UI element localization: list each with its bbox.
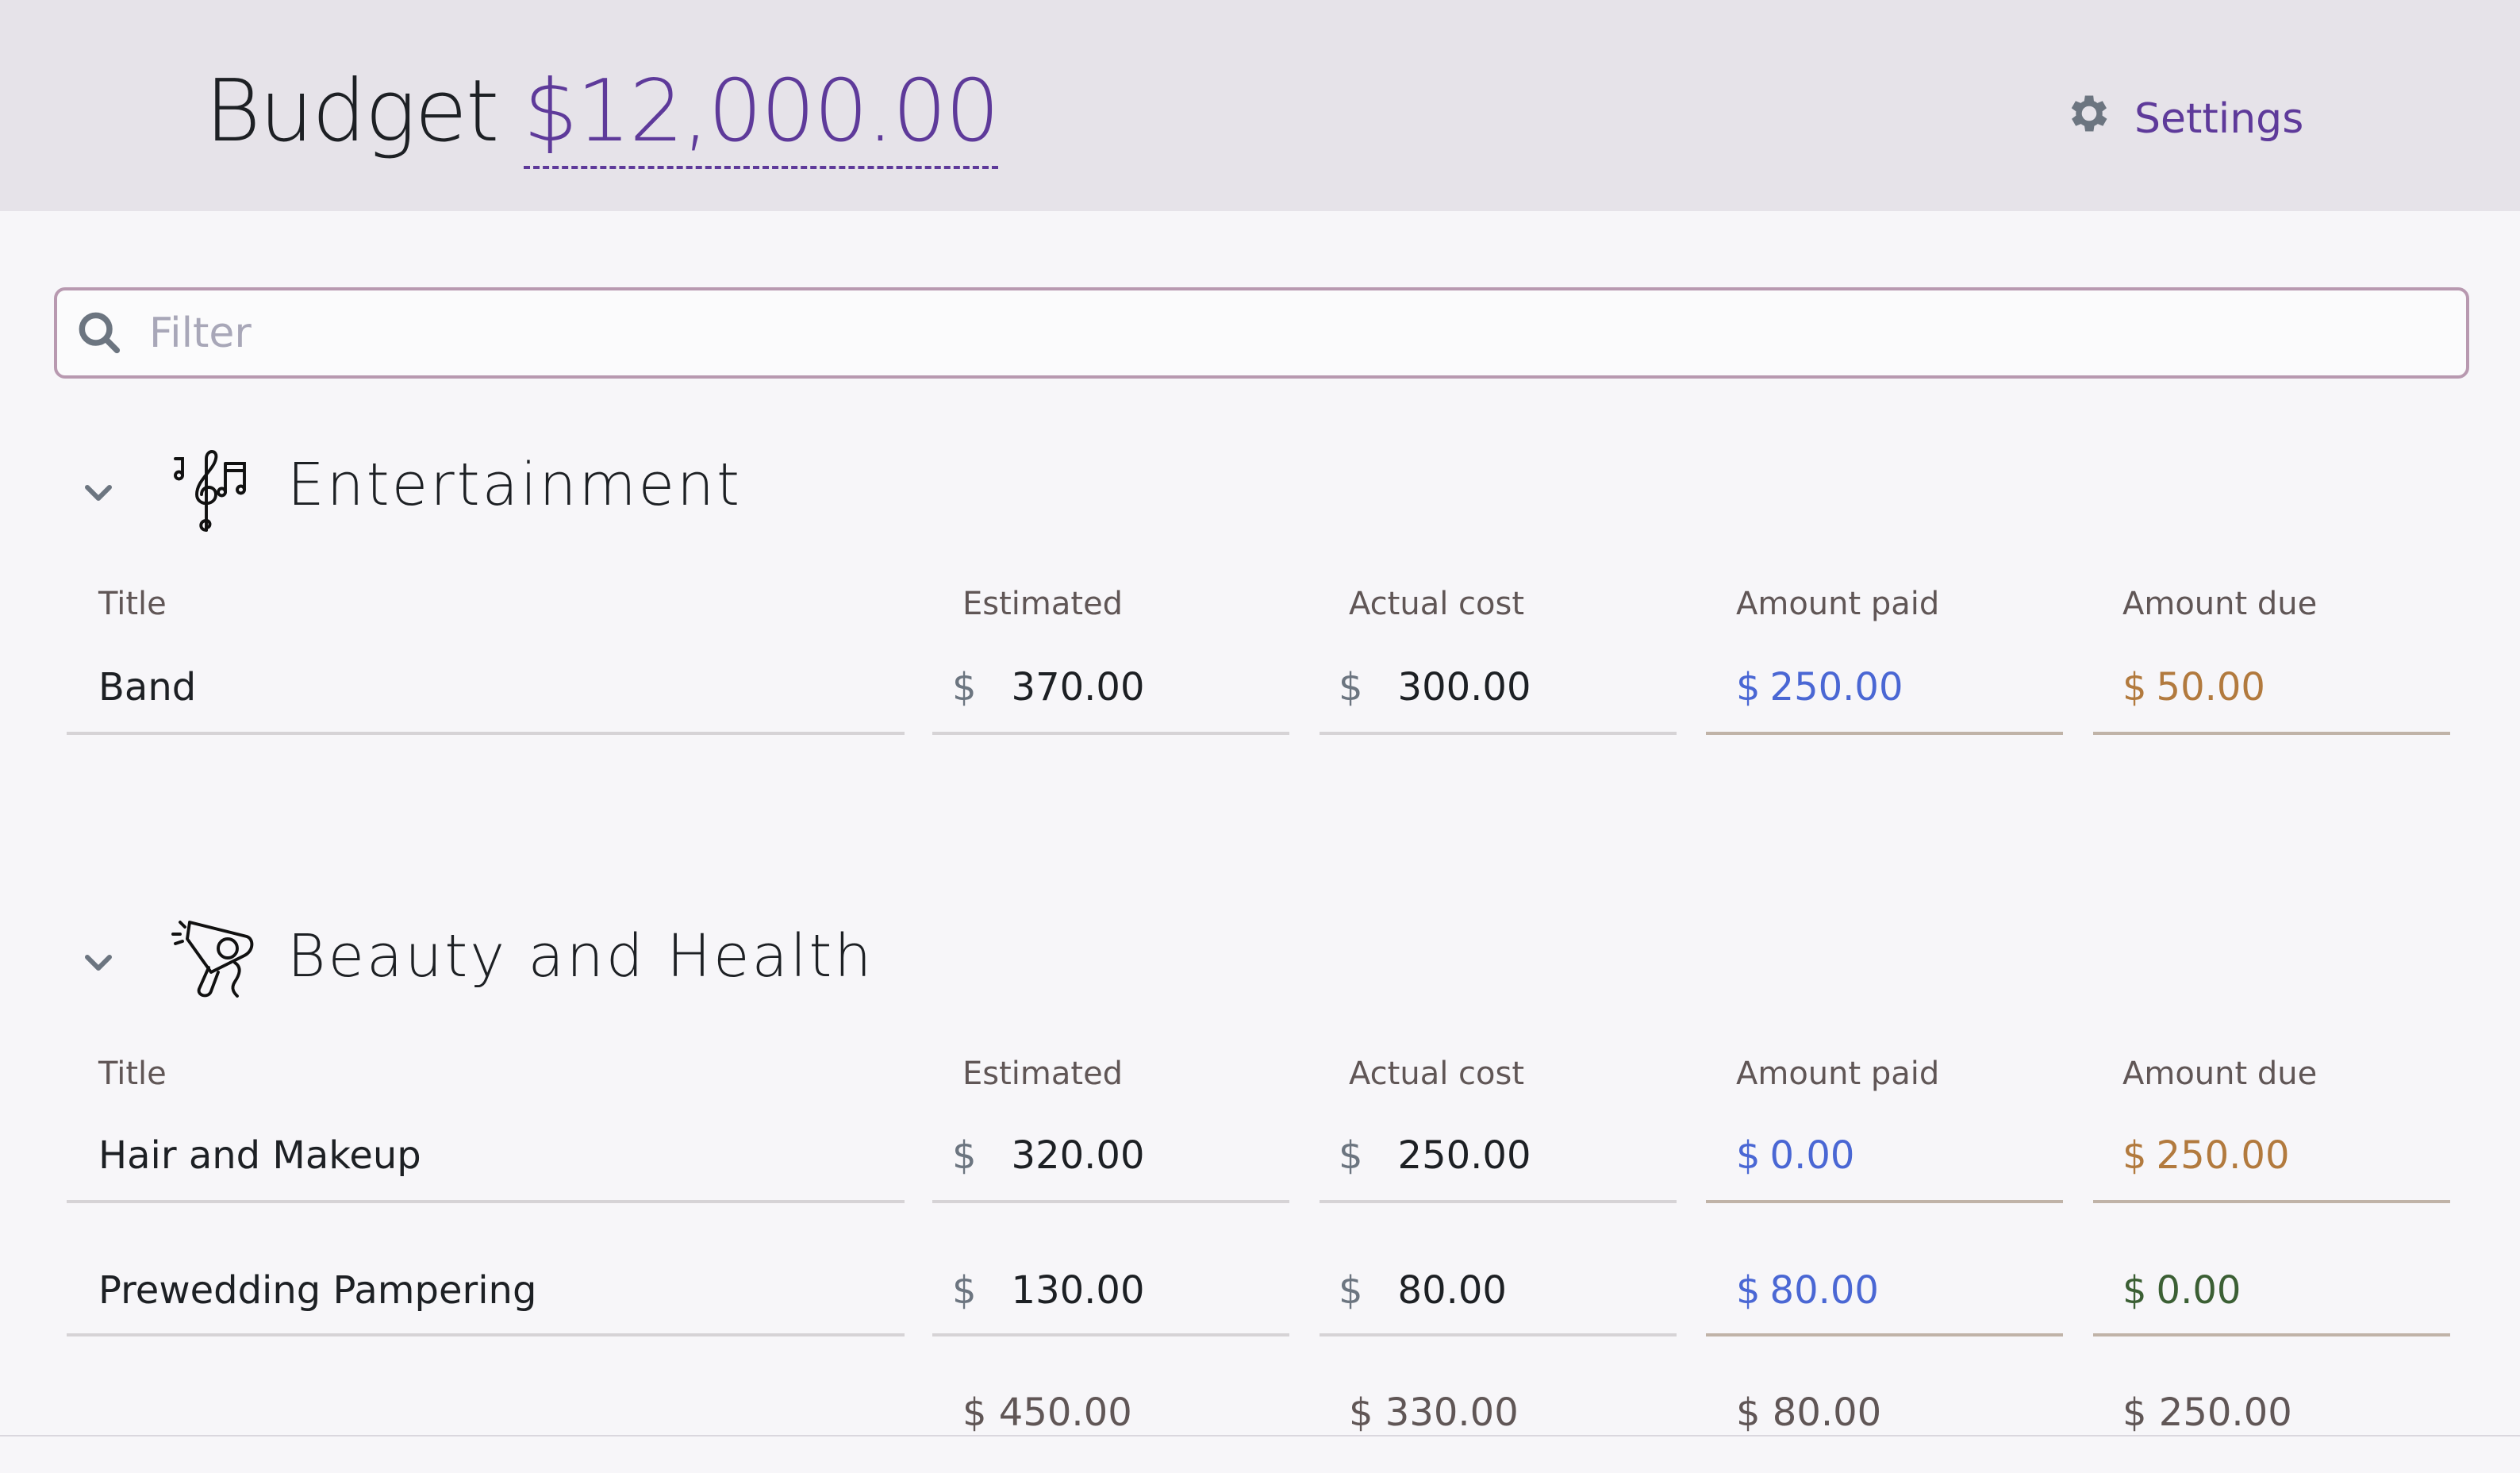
total-due: $ 250.00 — [2122, 1390, 2292, 1435]
divider — [932, 732, 1289, 735]
amount-paid-value[interactable]: $0.00 — [1736, 1133, 1854, 1178]
estimated-field[interactable]: $130.00 — [952, 1268, 1145, 1313]
item-title-field[interactable]: Band — [98, 665, 196, 710]
budget-heading: Budget $12,000.00 — [205, 62, 1000, 169]
estimated-field[interactable]: $370.00 — [952, 665, 1145, 710]
actual-cost-field[interactable]: $80.00 — [1339, 1268, 1507, 1313]
hair-dryer-icon — [168, 913, 263, 1008]
amount-paid-value[interactable]: $250.00 — [1736, 665, 1903, 710]
page-header: Budget $12,000.00 Settings — [0, 0, 2520, 211]
column-header-paid: Amount paid — [1736, 1056, 1940, 1092]
column-header-due: Amount due — [2122, 586, 2318, 622]
divider — [1706, 732, 2063, 735]
settings-label: Settings — [2134, 94, 2304, 143]
column-header-estimated: Estimated — [962, 586, 1124, 622]
divider — [1320, 1333, 1677, 1336]
total-actual: $ 330.00 — [1349, 1390, 1519, 1435]
column-header-actual: Actual cost — [1349, 1056, 1525, 1092]
divider — [1320, 1200, 1677, 1203]
settings-button[interactable]: Settings — [2065, 89, 2303, 148]
column-header-title: Title — [98, 1056, 167, 1092]
divider — [2093, 1200, 2450, 1203]
category-title: Beauty and Health — [287, 922, 874, 990]
amount-due-value: $50.00 — [2122, 665, 2265, 710]
divider — [0, 1435, 2520, 1436]
divider — [1320, 732, 1677, 735]
divider — [1706, 1200, 2063, 1203]
gear-icon — [2065, 89, 2114, 148]
divider — [67, 732, 905, 735]
music-notes-icon — [168, 444, 263, 540]
chevron-down-icon[interactable] — [79, 944, 117, 983]
divider — [932, 1333, 1289, 1336]
category-title: Entertainment — [287, 451, 742, 519]
column-header-due: Amount due — [2122, 1056, 2318, 1092]
amount-due-value: $250.00 — [2122, 1133, 2290, 1178]
filter-box — [54, 287, 2469, 379]
column-header-estimated: Estimated — [962, 1056, 1124, 1092]
column-header-actual: Actual cost — [1349, 586, 1525, 622]
divider — [67, 1333, 905, 1336]
budget-amount[interactable]: $12,000.00 — [523, 62, 1000, 169]
total-paid: $ 80.00 — [1736, 1390, 1882, 1435]
divider — [2093, 732, 2450, 735]
budget-label: Budget — [205, 62, 499, 161]
item-title-field[interactable]: Prewedding Pampering — [98, 1268, 536, 1313]
actual-cost-field[interactable]: $300.00 — [1339, 665, 1531, 710]
amount-due-value: $0.00 — [2122, 1268, 2241, 1313]
column-header-title: Title — [98, 586, 167, 622]
chevron-down-icon[interactable] — [79, 475, 117, 513]
divider — [2093, 1333, 2450, 1336]
divider — [1706, 1333, 2063, 1336]
divider — [932, 1200, 1289, 1203]
total-estimated: $ 450.00 — [962, 1390, 1132, 1435]
filter-input[interactable] — [148, 302, 2436, 365]
amount-paid-value[interactable]: $80.00 — [1736, 1268, 1879, 1313]
estimated-field[interactable]: $320.00 — [952, 1133, 1145, 1178]
actual-cost-field[interactable]: $250.00 — [1339, 1133, 1531, 1178]
item-title-field[interactable]: Hair and Makeup — [98, 1133, 421, 1178]
column-header-paid: Amount paid — [1736, 586, 1940, 622]
divider — [67, 1200, 905, 1203]
